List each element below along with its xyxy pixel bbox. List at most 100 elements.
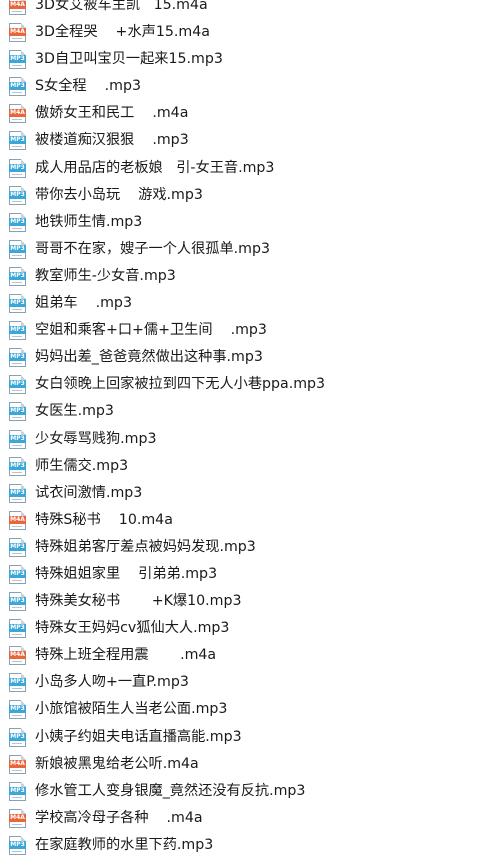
file-name-label: 3D女艾被车主凯 15.m4a <box>35 0 208 13</box>
file-name-label: 特殊S秘书 10.m4a <box>35 511 173 528</box>
file-type-badge: MP3 <box>9 407 26 416</box>
file-type-badge: MP3 <box>9 299 26 308</box>
mp3-audio-file-icon: MP3 <box>9 429 28 449</box>
file-type-badge: M4A <box>9 28 26 37</box>
mp3-audio-file-icon: MP3 <box>9 131 28 151</box>
file-type-badge: MP3 <box>9 136 26 145</box>
file-list-item[interactable]: MP3 小岛多人吻+一直P.mp3 <box>0 669 487 696</box>
m4a-audio-file-icon: M4A <box>9 808 28 828</box>
file-name-label: 新娘被黑鬼给老公听.m4a <box>35 755 199 772</box>
file-list-item[interactable]: MP3 特殊美女秘书 +K爆10.mp3 <box>0 588 487 615</box>
file-type-badge: MP3 <box>9 353 26 362</box>
file-list-item[interactable]: MP3 少女辱骂贱狗.mp3 <box>0 426 487 453</box>
file-type-badge: MP3 <box>9 732 26 741</box>
mp3-audio-file-icon: MP3 <box>9 266 28 286</box>
file-list-item[interactable]: MP3 妈妈出差_爸爸竟然做出这种事.mp3 <box>0 344 487 371</box>
file-type-badge: M4A <box>9 1 26 9</box>
file-type-badge: MP3 <box>9 326 26 335</box>
file-type-badge: M4A <box>9 759 26 768</box>
file-page-line <box>12 227 22 229</box>
file-list-item[interactable]: MP3 姐弟车 .mp3 <box>0 290 487 317</box>
file-list-item[interactable]: M4A 3D女艾被车主凯 15.m4a <box>0 0 487 19</box>
file-page-line <box>12 796 22 798</box>
file-page-line <box>12 417 22 419</box>
file-type-badge: MP3 <box>9 380 26 389</box>
file-page-line <box>12 444 22 446</box>
file-page-line <box>12 173 22 175</box>
file-list-item[interactable]: MP3 小旅馆被陌生人当老公面.mp3 <box>0 696 487 723</box>
file-list-item[interactable]: MP3 小姨子约姐夫电话直播高能.mp3 <box>0 724 487 751</box>
file-list: M4A 3D女艾被车主凯 15.m4a M4A 3D全程哭 +水声15.m4a MP3 3… <box>0 0 487 859</box>
file-type-badge: M4A <box>9 515 26 524</box>
file-name-label: 少女辱骂贱狗.mp3 <box>35 430 157 447</box>
file-type-badge: M4A <box>9 651 26 660</box>
file-name-label: 师生儒交.mp3 <box>35 457 129 474</box>
file-page-line <box>12 146 22 148</box>
mp3-audio-file-icon: MP3 <box>9 483 28 503</box>
file-name-label: 学校高冷母子各种 .m4a <box>35 809 203 826</box>
file-list-item[interactable]: MP3 女医生.mp3 <box>0 398 487 425</box>
file-type-badge: MP3 <box>9 163 26 172</box>
file-list-item[interactable]: MP3 特殊姐弟客厅差点被妈妈发现.mp3 <box>0 534 487 561</box>
file-page-line <box>12 688 22 690</box>
file-page-line <box>12 552 22 554</box>
m4a-audio-file-icon: M4A <box>9 0 28 15</box>
file-list-item[interactable]: MP3 师生儒交.mp3 <box>0 453 487 480</box>
file-list-item[interactable]: MP3 教室师生-少女音.mp3 <box>0 263 487 290</box>
file-type-badge: MP3 <box>9 461 26 470</box>
file-page-line <box>12 607 22 609</box>
file-list-item[interactable]: MP3 地铁师生情.mp3 <box>0 209 487 236</box>
file-list-item[interactable]: MP3 特殊姐姐家里 引弟弟.mp3 <box>0 561 487 588</box>
file-list-item[interactable]: MP3 特殊女王妈妈cv狐仙大人.mp3 <box>0 615 487 642</box>
file-name-label: 被楼道痴汉狠狠 .mp3 <box>35 132 189 149</box>
file-list-item[interactable]: MP3 带你去小岛玩 游戏.mp3 <box>0 182 487 209</box>
m4a-audio-file-icon: M4A <box>9 646 28 666</box>
file-type-badge: MP3 <box>9 597 26 606</box>
file-name-label: 特殊姐弟客厅差点被妈妈发现.mp3 <box>35 538 256 555</box>
mp3-audio-file-icon: MP3 <box>9 321 28 341</box>
file-name-label: 傲娇女王和民工 .m4a <box>35 105 189 122</box>
file-list-item[interactable]: MP3 修水管工人变身银魔_竟然还没有反抗.mp3 <box>0 778 487 805</box>
file-list-item[interactable]: M4A 新娘被黑鬼给老公听.m4a <box>0 751 487 778</box>
file-page-line <box>12 661 22 663</box>
file-list-item[interactable]: M4A 学校高冷母子各种 .m4a <box>0 805 487 832</box>
file-list-item[interactable]: MP3 女白领晚上回家被拉到四下无人小巷ppa.mp3 <box>0 371 487 398</box>
mp3-audio-file-icon: MP3 <box>9 781 28 801</box>
mp3-audio-file-icon: MP3 <box>9 835 28 855</box>
file-name-label: 教室师生-少女音.mp3 <box>35 267 176 284</box>
file-list-item[interactable]: MP3 3D自卫叫宝贝一起来15.mp3 <box>0 46 487 73</box>
file-list-item[interactable]: MP3 试衣间激情.mp3 <box>0 480 487 507</box>
mp3-audio-file-icon: MP3 <box>9 375 28 395</box>
mp3-audio-file-icon: MP3 <box>9 77 28 97</box>
mp3-audio-file-icon: MP3 <box>9 402 28 422</box>
file-list-item[interactable]: MP3 空姐和乘客+口+儒+卫生间 .mp3 <box>0 317 487 344</box>
file-name-label: 3D自卫叫宝贝一起来15.mp3 <box>35 51 223 68</box>
file-page-line <box>12 119 22 121</box>
file-type-badge: MP3 <box>9 786 26 795</box>
file-type-badge: M4A <box>9 109 26 118</box>
file-name-label: 女白领晚上回家被拉到四下无人小巷ppa.mp3 <box>35 376 326 393</box>
file-page-line <box>12 11 22 12</box>
file-name-label: 特殊女王妈妈cv狐仙大人.mp3 <box>35 620 230 637</box>
file-list-item[interactable]: MP3 S女全程 .mp3 <box>0 73 487 100</box>
file-list-item[interactable]: MP3 被楼道痴汉狠狠 .mp3 <box>0 127 487 154</box>
file-list-item[interactable]: M4A 3D全程哭 +水声15.m4a <box>0 19 487 46</box>
file-page-line <box>12 38 22 40</box>
mp3-audio-file-icon: MP3 <box>9 673 28 693</box>
file-name-label: 妈妈出差_爸爸竟然做出这种事.mp3 <box>35 349 263 366</box>
file-list-item[interactable]: M4A 傲娇女王和民工 .m4a <box>0 100 487 127</box>
file-list-item[interactable]: MP3 哥哥不在家，嫂子一个人很孤单.mp3 <box>0 236 487 263</box>
mp3-audio-file-icon: MP3 <box>9 348 28 368</box>
file-list-item[interactable]: M4A 特殊S秘书 10.m4a <box>0 507 487 534</box>
file-page-line <box>12 390 22 392</box>
file-type-badge: MP3 <box>9 434 26 443</box>
file-name-label: 小岛多人吻+一直P.mp3 <box>35 674 189 691</box>
file-list-item[interactable]: MP3 在家庭教师的水里下药.mp3 <box>0 832 487 859</box>
file-list-item[interactable]: MP3 成人用品店的老板娘 引-女王音.mp3 <box>0 155 487 182</box>
file-page-line <box>12 281 22 283</box>
file-page-line <box>12 363 22 365</box>
file-list-item[interactable]: M4A 特殊上班全程用震 .m4a <box>0 642 487 669</box>
file-name-label: 在家庭教师的水里下药.mp3 <box>35 836 214 853</box>
mp3-audio-file-icon: MP3 <box>9 212 28 232</box>
file-type-badge: MP3 <box>9 82 26 91</box>
